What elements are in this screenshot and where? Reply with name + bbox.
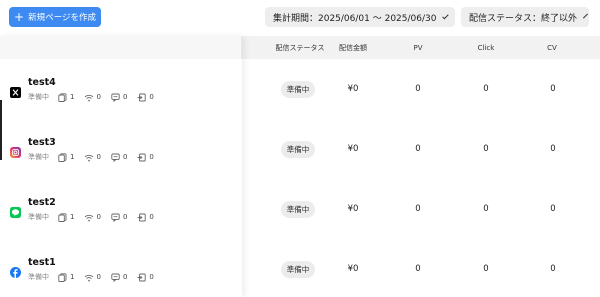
wifi-icon (84, 213, 94, 222)
create-page-label: 新規ページを作成 (28, 13, 96, 23)
page-meta: 準備中 1 0 0 0 (28, 92, 164, 102)
page-title[interactable]: test2 (28, 197, 56, 208)
status-filter-label: 配信ステータス：終了以外 (469, 13, 578, 24)
pv-cell: 0 (415, 84, 421, 94)
page-status-small: 準備中 (28, 153, 49, 161)
page-status-small: 準備中 (28, 213, 49, 221)
page-stack-icon (58, 152, 67, 162)
amount-cell: ¥0 (347, 144, 359, 154)
wifi-icon (84, 153, 94, 162)
click-cell: 0 (483, 84, 489, 94)
page-meta: 準備中 1 0 0 0 (28, 152, 164, 162)
status-cell: 準備中 (278, 79, 318, 99)
table-row[interactable]: test1 準備中 1 0 0 0 準備中 ¥0 0 0 0 (0, 239, 600, 297)
header-cv: CV (547, 43, 557, 52)
click-cell: 0 (483, 144, 489, 154)
status-cell: 準備中 (278, 199, 318, 219)
page-status-small: 準備中 (28, 273, 49, 281)
pv-cell: 0 (415, 204, 421, 214)
header-pv: PV (413, 43, 423, 52)
facebook-icon (10, 263, 21, 278)
page-title[interactable]: test1 (28, 257, 56, 268)
page-name-block[interactable]: test4 準備中 1 0 0 0 (10, 59, 240, 119)
table-row[interactable]: test2 準備中 1 0 0 0 準備中 ¥0 0 0 0 (0, 179, 600, 239)
views-stat: 0 (84, 93, 101, 102)
click-cell: 0 (483, 264, 489, 274)
exit-icon (137, 213, 147, 222)
header-status: 配信ステータス (275, 43, 325, 52)
chat-icon (111, 153, 120, 162)
cv-cell: 0 (550, 84, 556, 94)
comments-stat: 0 (111, 213, 127, 222)
page-stack-icon (58, 212, 67, 222)
comments-stat: 0 (111, 273, 127, 282)
page-meta: 準備中 1 0 0 0 (28, 212, 164, 222)
page-stack-icon (58, 92, 67, 102)
plus-icon: + (14, 9, 25, 24)
conversions-stat: 0 (137, 273, 154, 282)
pages-stat: 1 (58, 212, 74, 222)
create-page-button[interactable]: + 新規ページを作成 (9, 7, 101, 27)
page-name-block[interactable]: test1 準備中 1 0 0 0 (10, 239, 240, 297)
cv-cell: 0 (550, 144, 556, 154)
page-title[interactable]: test4 (28, 77, 56, 88)
exit-icon (137, 93, 147, 102)
period-select[interactable]: 集計期間：2025/06/01 〜 2025/06/30 (265, 7, 455, 27)
status-cell: 準備中 (278, 139, 318, 159)
cv-cell: 0 (550, 204, 556, 214)
table-header: 配信ステータス 配信金額 PV Click CV (0, 36, 600, 59)
conversions-stat: 0 (137, 153, 154, 162)
status-badge: 準備中 (280, 200, 316, 218)
pages-stat: 1 (58, 272, 74, 282)
table-row[interactable]: test3 準備中 1 0 0 0 準備中 ¥0 0 0 0 (0, 119, 600, 179)
status-badge: 準備中 (280, 140, 316, 158)
header-amount: 配信金額 (339, 43, 367, 52)
page-name-block[interactable]: test3 準備中 1 0 0 0 (10, 119, 240, 179)
wifi-icon (84, 273, 94, 282)
click-cell: 0 (483, 204, 489, 214)
status-badge: 準備中 (280, 260, 316, 278)
toolbar: + 新規ページを作成 集計期間：2025/06/01 〜 2025/06/30 … (0, 0, 600, 36)
comments-stat: 0 (111, 153, 127, 162)
wifi-icon (84, 93, 94, 102)
page-status-small: 準備中 (28, 93, 49, 101)
exit-icon (137, 153, 147, 162)
table-row[interactable]: test4 準備中 1 0 0 0 準備中 ¥0 0 0 0 (0, 59, 600, 119)
amount-cell: ¥0 (347, 204, 359, 214)
page-name-block[interactable]: test2 準備中 1 0 0 0 (10, 179, 240, 239)
views-stat: 0 (84, 213, 101, 222)
status-badge: 準備中 (280, 80, 316, 98)
conversions-stat: 0 (137, 93, 154, 102)
comments-stat: 0 (111, 93, 127, 102)
chat-icon (111, 213, 120, 222)
amount-cell: ¥0 (347, 264, 359, 274)
header-click: Click (477, 43, 495, 52)
page-title[interactable]: test3 (28, 137, 56, 148)
pages-stat: 1 (58, 152, 74, 162)
chat-icon (111, 93, 120, 102)
views-stat: 0 (84, 273, 101, 282)
period-label: 集計期間：2025/06/01 〜 2025/06/30 (273, 13, 437, 24)
amount-cell: ¥0 (347, 84, 359, 94)
header-name-column (0, 36, 242, 59)
chevron-down-icon (583, 13, 588, 18)
cv-cell: 0 (550, 264, 556, 274)
exit-icon (137, 273, 147, 282)
page-stack-icon (58, 272, 67, 282)
line-icon (10, 203, 21, 218)
chat-icon (111, 273, 120, 282)
chevron-down-icon (442, 12, 449, 19)
pages-stat: 1 (58, 92, 74, 102)
conversions-stat: 0 (137, 213, 154, 222)
status-cell: 準備中 (278, 259, 318, 279)
views-stat: 0 (84, 153, 101, 162)
x-icon (10, 83, 21, 98)
pv-cell: 0 (415, 144, 421, 154)
page-meta: 準備中 1 0 0 0 (28, 272, 164, 282)
status-filter-select[interactable]: 配信ステータス：終了以外 (461, 7, 589, 27)
pv-cell: 0 (415, 264, 421, 274)
instagram-icon (10, 143, 21, 158)
